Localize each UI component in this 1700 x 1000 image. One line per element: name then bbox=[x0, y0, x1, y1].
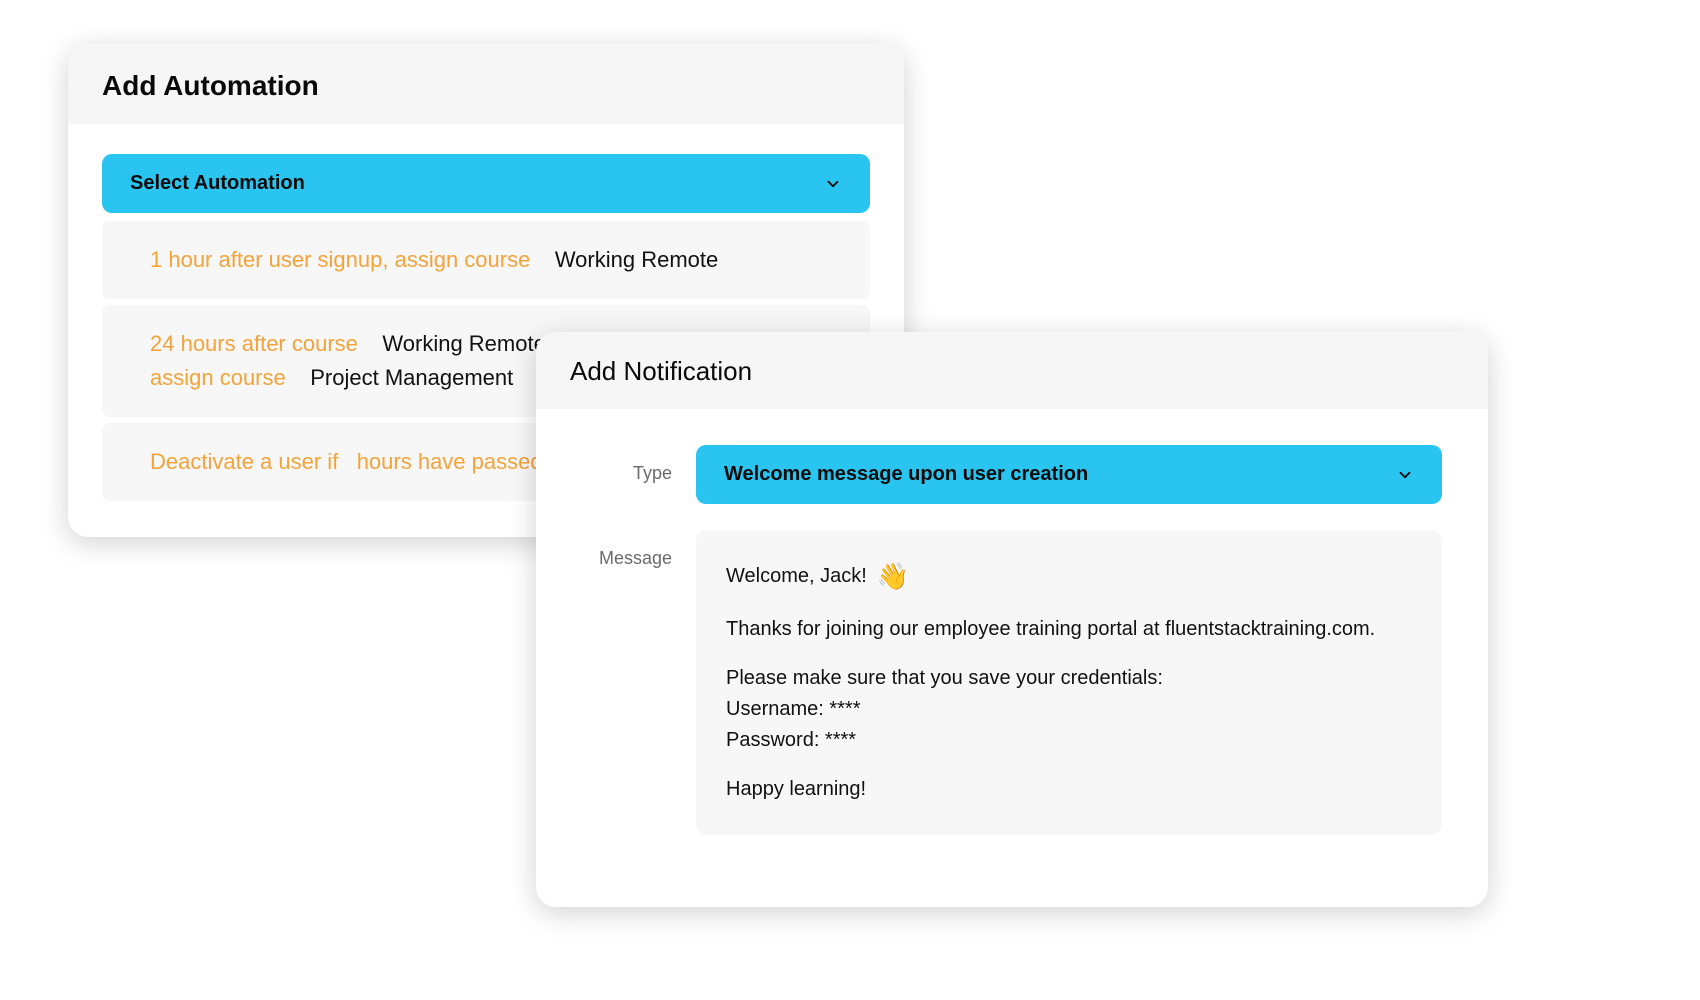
message-greeting: Welcome, Jack! bbox=[726, 561, 867, 592]
automation-rule-text: Deactivate a user if bbox=[150, 449, 338, 474]
type-label: Type bbox=[582, 445, 696, 484]
automation-rule-value: Working Remote bbox=[555, 247, 718, 272]
automation-rule-text: assign course bbox=[150, 365, 286, 390]
type-row: Type Welcome message upon user creation bbox=[582, 445, 1442, 504]
message-creds-intro: Please make sure that you save your cred… bbox=[726, 663, 1412, 694]
notification-type-value: Welcome message upon user creation bbox=[724, 463, 1088, 486]
message-password: Password: **** bbox=[726, 725, 1412, 756]
automation-rule-value: Project Management bbox=[310, 365, 513, 390]
automation-rule-text: 24 hours after course bbox=[150, 331, 358, 356]
message-thanks: Thanks for joining our employee training… bbox=[726, 614, 1412, 645]
chevron-down-icon bbox=[1396, 466, 1414, 484]
notification-type-dropdown[interactable]: Welcome message upon user creation bbox=[696, 445, 1442, 504]
select-automation-dropdown[interactable]: Select Automation bbox=[102, 154, 870, 213]
notification-title: Add Notification bbox=[536, 332, 1488, 409]
automation-rule-text: 1 hour after user signup, assign course bbox=[150, 247, 530, 272]
message-closing: Happy learning! bbox=[726, 774, 1412, 805]
automation-rule-text: hours have passed bbox=[357, 449, 543, 474]
message-label: Message bbox=[582, 530, 696, 569]
add-notification-card: Add Notification Type Welcome message up… bbox=[536, 332, 1488, 907]
select-automation-label: Select Automation bbox=[130, 172, 305, 195]
message-username: Username: **** bbox=[726, 694, 1412, 725]
automation-row[interactable]: 1 hour after user signup, assign course … bbox=[102, 221, 870, 299]
message-textarea[interactable]: Welcome, Jack! 👋 Thanks for joining our … bbox=[696, 530, 1442, 835]
automation-rule-value: Working Remote bbox=[382, 331, 545, 356]
chevron-down-icon bbox=[824, 175, 842, 193]
message-row: Message Welcome, Jack! 👋 Thanks for join… bbox=[582, 530, 1442, 835]
automation-title: Add Automation bbox=[68, 44, 904, 124]
waving-hand-icon: 👋 bbox=[877, 556, 909, 596]
notification-body: Type Welcome message upon user creation … bbox=[536, 409, 1488, 907]
